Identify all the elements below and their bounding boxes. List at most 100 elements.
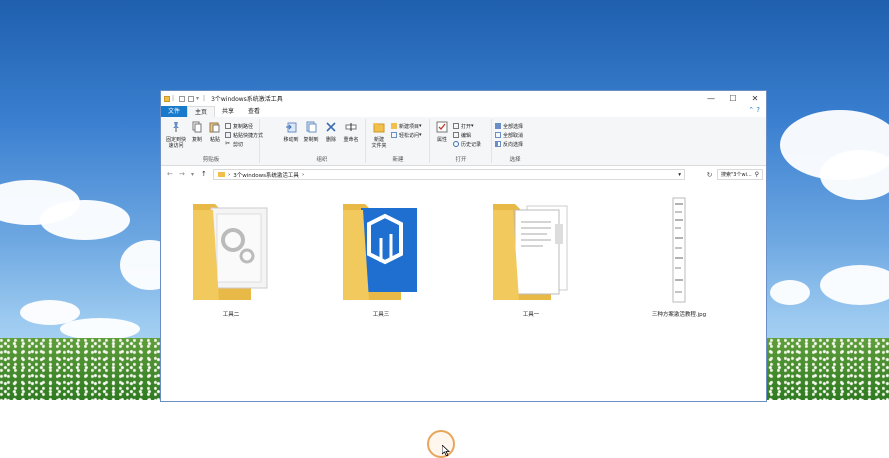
select-none-button[interactable]: 全部取消 xyxy=(495,131,523,139)
paste-button[interactable]: 粘贴 xyxy=(207,121,223,143)
window-title: 3个windows系统激活工具 xyxy=(211,96,283,103)
copy-button[interactable]: 复制 xyxy=(189,121,205,143)
help-icon[interactable]: ⌃ ? xyxy=(748,106,760,114)
paste-shortcut-label: 粘贴快捷方式 xyxy=(233,132,264,139)
properties-label: 属性 xyxy=(436,137,447,143)
properties-button[interactable]: 属性 xyxy=(433,121,451,143)
rename-button[interactable]: 重命名 xyxy=(341,121,361,143)
paste-shortcut-icon xyxy=(225,132,231,138)
click-indicator xyxy=(427,430,455,458)
recent-dropdown-icon[interactable]: ▾ xyxy=(191,171,194,178)
close-button[interactable]: ✕ xyxy=(744,91,766,106)
file-name: 工具三 xyxy=(372,312,390,318)
history-label: 历史记录 xyxy=(461,141,482,148)
new-folder-quick-access-icon[interactable] xyxy=(188,95,195,102)
copy-icon xyxy=(192,121,202,133)
copy-label: 复制 xyxy=(191,137,202,143)
move-to-icon xyxy=(286,122,297,133)
tab-share[interactable]: 共享 xyxy=(215,106,241,117)
mouse-cursor-icon xyxy=(442,445,450,456)
easy-access-button[interactable]: 轻松访问 ▾ xyxy=(391,131,422,139)
cloud xyxy=(820,265,889,305)
new-group-label: 新建 xyxy=(392,157,404,163)
minimize-button[interactable]: — xyxy=(700,91,722,106)
easy-access-label: 轻松访问 xyxy=(399,132,420,139)
tab-file[interactable]: 文件 xyxy=(161,106,188,117)
history-icon xyxy=(453,141,459,147)
edit-label: 编辑 xyxy=(461,132,472,139)
image-thumbnail-icon xyxy=(672,197,686,303)
new-item-dropdown-icon: ▾ xyxy=(419,123,422,129)
cut-button[interactable]: ✂ 剪切 xyxy=(225,140,243,148)
select-none-label: 全部取消 xyxy=(503,132,524,139)
delete-x-icon xyxy=(326,122,336,132)
folder-docs-icon xyxy=(493,204,568,300)
pin-icon xyxy=(173,122,179,132)
file-item-tool-2[interactable]: 工具二 xyxy=(181,194,281,318)
open-button[interactable]: 打开 ▾ xyxy=(453,122,474,130)
refresh-icon[interactable]: ↻ xyxy=(704,169,715,180)
copy-to-icon xyxy=(306,121,317,133)
copy-to-button[interactable]: 复制到 xyxy=(301,121,321,143)
properties-quick-access-icon[interactable] xyxy=(179,95,186,102)
delete-button[interactable]: 删除 xyxy=(322,121,340,143)
file-name: 工具二 xyxy=(222,312,240,318)
file-list: 工具二 工具三 工具一 三种方案激活教程.jpg xyxy=(161,184,766,458)
select-group-label: 选择 xyxy=(509,157,521,163)
new-item-button[interactable]: 新建项目 ▾ xyxy=(391,122,422,130)
new-folder-button[interactable]: 新建 文件夹 xyxy=(369,121,389,149)
move-to-button[interactable]: 移动到 xyxy=(281,121,301,143)
move-to-label: 移动到 xyxy=(283,137,299,143)
invert-selection-button[interactable]: 反向选择 xyxy=(495,140,523,148)
up-arrow-icon[interactable]: ↑ xyxy=(201,170,207,178)
new-group: 新建 文件夹 新建项目 ▾ 轻松访问 ▾ 新建 xyxy=(367,119,430,163)
address-bar[interactable]: › 3个windows系统激活工具 › ▾ xyxy=(213,169,685,180)
open-icon xyxy=(453,123,459,129)
forward-arrow-icon[interactable]: → xyxy=(179,170,185,178)
file-item-tool-3[interactable]: 工具三 xyxy=(331,194,431,318)
search-box[interactable]: 搜索"3个wi... ⚲ xyxy=(717,169,763,180)
select-all-icon xyxy=(495,123,501,129)
copy-to-label: 复制到 xyxy=(303,137,319,143)
copy-path-button[interactable]: 复制路径 xyxy=(225,122,253,130)
organize-group-label: 组织 xyxy=(316,157,328,163)
cloud xyxy=(60,318,140,340)
back-arrow-icon[interactable]: ← xyxy=(167,170,173,178)
search-icon: ⚲ xyxy=(754,171,759,178)
file-explorer-window[interactable]: | ▾ | 3个windows系统激活工具 — ☐ ✕ 文件 主页 共享 查看 … xyxy=(160,90,767,458)
select-none-icon xyxy=(495,132,501,138)
rename-label: 重命名 xyxy=(343,137,359,143)
open-group-label: 打开 xyxy=(455,157,467,163)
folder-gear-icon xyxy=(193,204,268,300)
maximize-button[interactable]: ☐ xyxy=(722,91,744,106)
scissors-icon: ✂ xyxy=(225,140,231,147)
pin-label: 固定到快 速访问 xyxy=(165,137,186,149)
breadcrumb-separator-icon: › xyxy=(301,171,305,178)
history-button[interactable]: 历史记录 xyxy=(453,140,481,148)
paste-icon xyxy=(209,122,220,133)
address-dropdown-icon[interactable]: ▾ xyxy=(678,172,681,178)
file-item-tool-1[interactable]: 工具一 xyxy=(481,194,581,318)
breadcrumb[interactable]: 3个windows系统激活工具 xyxy=(233,171,299,179)
invert-selection-icon xyxy=(495,141,501,147)
new-item-icon xyxy=(391,123,397,129)
invert-selection-label: 反向选择 xyxy=(503,141,524,148)
file-name: 工具一 xyxy=(522,312,540,318)
title-bar[interactable]: | ▾ | 3个windows系统激活工具 — ☐ ✕ xyxy=(161,91,766,106)
edit-button[interactable]: 编辑 xyxy=(453,131,471,139)
search-input[interactable]: 搜索"3个wi... xyxy=(721,171,752,178)
select-all-label: 全部选择 xyxy=(503,123,524,130)
clipboard-group-label: 剪贴板 xyxy=(202,157,220,163)
copy-path-label: 复制路径 xyxy=(233,123,254,130)
organize-group: 移动到 复制到 删除 重命名 组织 xyxy=(279,119,366,163)
new-folder-label: 新建 文件夹 xyxy=(371,137,387,149)
easy-access-icon xyxy=(391,132,397,138)
select-all-button[interactable]: 全部选择 xyxy=(495,122,523,130)
paste-shortcut-button[interactable]: 粘贴快捷方式 xyxy=(225,131,263,139)
file-item-tutorial-image[interactable]: 三种方案激活教程.jpg xyxy=(629,194,729,318)
folder-icon xyxy=(218,172,225,177)
pin-quick-access-button[interactable]: 固定到快 速访问 xyxy=(165,121,187,149)
quick-access-dropdown-icon[interactable]: ▾ xyxy=(196,95,199,102)
delete-label: 删除 xyxy=(325,137,336,143)
tab-view[interactable]: 查看 xyxy=(241,106,267,117)
